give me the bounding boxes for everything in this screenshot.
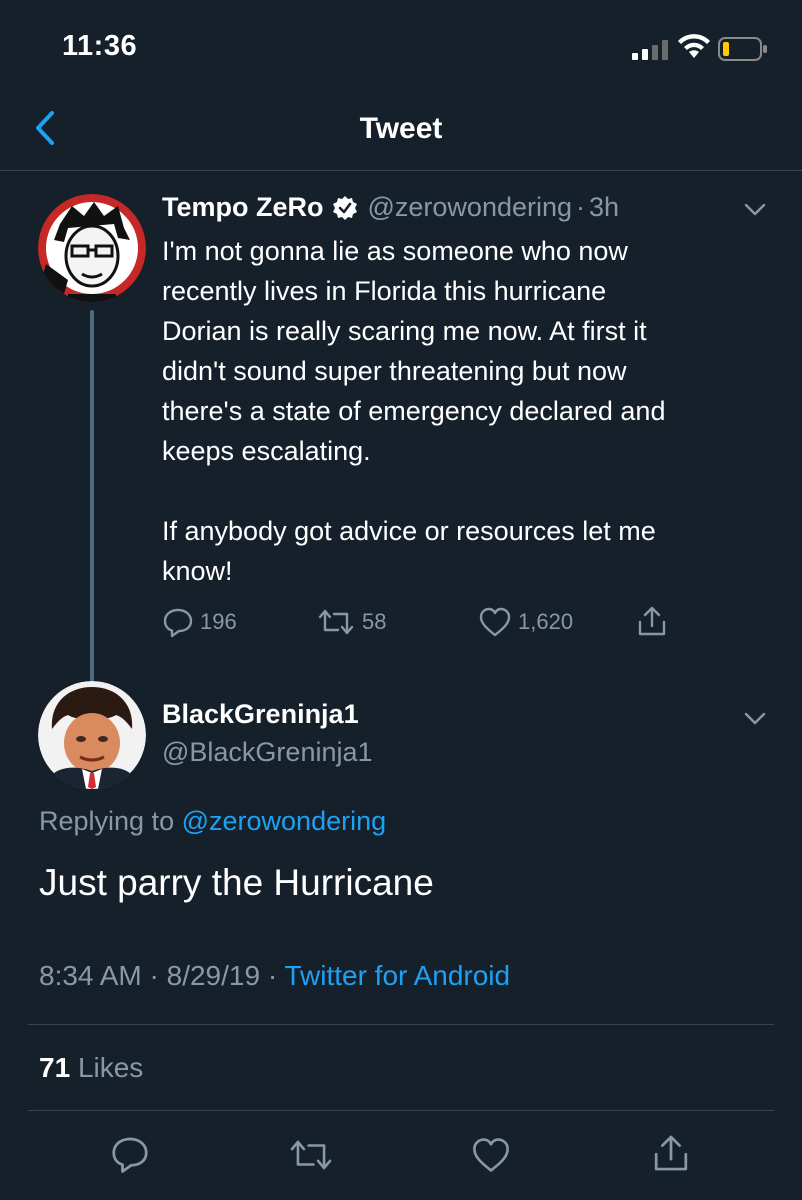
battery-icon: [718, 37, 767, 61]
author-handle[interactable]: @zerowondering: [368, 192, 573, 223]
replying-to-link[interactable]: @zerowondering: [182, 806, 387, 836]
replying-prefix: Replying to: [39, 806, 175, 836]
replying-to: Replying to @zerowondering: [39, 806, 386, 837]
header-divider: [0, 170, 802, 171]
likes-count: 71: [39, 1052, 71, 1083]
likes-summary[interactable]: 71 Likes: [39, 1052, 143, 1084]
reply-icon: [163, 608, 193, 638]
tweet-meta: 8:34 AM · 8/29/19 · Twitter for Android: [39, 960, 510, 992]
like-icon[interactable]: [470, 1136, 512, 1174]
tweet-date: 8/29/19: [166, 960, 261, 991]
signal-icon: [632, 40, 668, 60]
tweet-source-link[interactable]: Twitter for Android: [284, 960, 510, 991]
retweet-icon: [318, 609, 354, 635]
avatar[interactable]: [38, 681, 146, 789]
author-name[interactable]: Tempo ZeRo: [162, 192, 324, 223]
retweet-icon[interactable]: [286, 1136, 336, 1174]
parent-tweet-text: I'm not gonna lie as someone who now rec…: [162, 236, 666, 586]
tweet-time: 8:34 AM: [39, 960, 142, 991]
page-title: Tweet: [359, 112, 443, 145]
main-tweet-text: Just parry the Hurricane: [39, 862, 434, 903]
status-time: 11:36: [62, 30, 138, 62]
chevron-down-icon[interactable]: [744, 203, 766, 217]
verified-badge-icon: [332, 195, 357, 220]
divider: [28, 1024, 774, 1025]
reply-icon[interactable]: [110, 1134, 150, 1174]
reply-count: 196: [200, 609, 237, 634]
author-name[interactable]: BlackGreninja1: [162, 699, 359, 730]
author-handle[interactable]: @BlackGreninja1: [162, 737, 373, 768]
retweet-button[interactable]: 58: [316, 606, 386, 638]
share-icon[interactable]: [636, 604, 668, 638]
like-icon: [479, 607, 511, 637]
separator-dot: ·: [267, 960, 278, 991]
wifi-icon: [678, 34, 710, 58]
thread-connector: [90, 310, 94, 682]
separator-dot: ·: [576, 192, 586, 222]
tweet-age: 3h: [589, 192, 620, 222]
divider: [28, 1110, 774, 1111]
retweet-count: 58: [362, 609, 387, 634]
chevron-down-icon[interactable]: [744, 712, 766, 726]
likes-label: Likes: [77, 1052, 144, 1083]
avatar[interactable]: [38, 194, 146, 302]
share-icon[interactable]: [651, 1132, 691, 1174]
like-button[interactable]: 1,620: [478, 606, 573, 638]
reply-button[interactable]: 196: [162, 606, 237, 638]
like-count: 1,620: [518, 609, 574, 634]
separator-dot: ·: [149, 960, 159, 991]
